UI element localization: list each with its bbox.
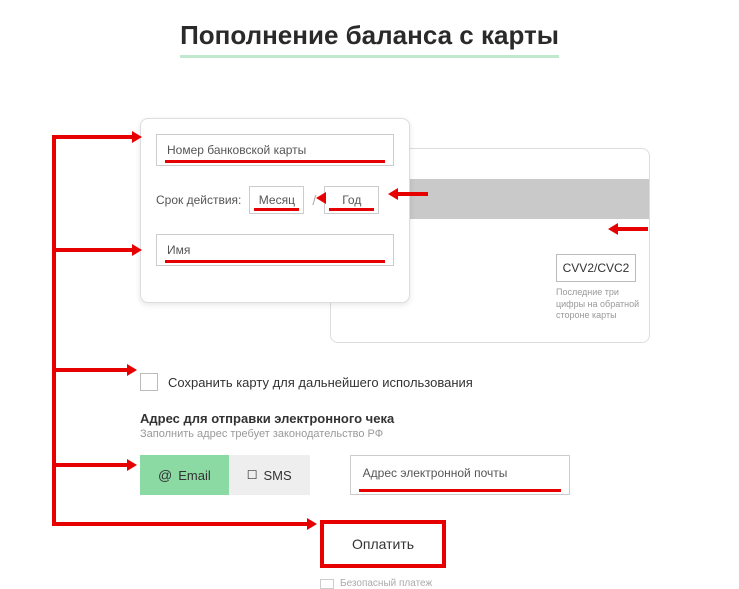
cvv-placeholder: CVV2/CVC2 xyxy=(563,261,630,275)
annotation-underline xyxy=(254,208,299,211)
save-card-row: Сохранить карту для дальнейшего использо… xyxy=(140,373,699,391)
at-icon: @ xyxy=(158,467,172,483)
email-channel-button[interactable]: @ Email xyxy=(140,455,229,495)
receipt-hint: Заполнить адрес требует законодательство… xyxy=(140,428,699,440)
pay-button[interactable]: Оплатить xyxy=(320,520,446,568)
year-placeholder: Год xyxy=(342,193,361,207)
cardholder-name-input[interactable]: Имя xyxy=(156,234,394,266)
card-area: CVV2/CVC2 Последние три цифры на обратно… xyxy=(140,118,699,303)
name-placeholder: Имя xyxy=(167,243,190,257)
month-placeholder: Месяц xyxy=(259,193,295,207)
save-card-checkbox[interactable] xyxy=(140,373,158,391)
save-card-label: Сохранить карту для дальнейшего использо… xyxy=(168,375,473,390)
card-number-input[interactable]: Номер банковской карты xyxy=(156,134,394,166)
lock-icon xyxy=(320,579,334,589)
expiry-row: Срок действия: Месяц / Год xyxy=(156,186,394,214)
secure-row: Безопасный платеж xyxy=(320,578,699,589)
sms-channel-button[interactable]: ☐ SMS xyxy=(229,455,310,495)
page-title: Пополнение баланса с карты xyxy=(180,20,559,58)
expiry-separator: / xyxy=(312,192,316,208)
email-address-input[interactable]: Адрес электронной почты xyxy=(350,455,570,495)
annotation-underline xyxy=(165,160,385,163)
card-number-placeholder: Номер банковской карты xyxy=(167,143,306,157)
annotation-underline xyxy=(329,208,374,211)
sms-label: SMS xyxy=(264,468,292,483)
annotation-underline xyxy=(359,489,561,492)
email-label: Email xyxy=(178,468,211,483)
annotation-underline xyxy=(165,260,385,263)
expiry-year-input[interactable]: Год xyxy=(324,186,379,214)
receipt-section: Адрес для отправки электронного чека Зап… xyxy=(140,411,699,495)
expiry-month-input[interactable]: Месяц xyxy=(249,186,304,214)
sms-icon: ☐ xyxy=(247,468,258,482)
expiry-label: Срок действия: xyxy=(156,193,241,207)
card-front: Номер банковской карты Срок действия: Ме… xyxy=(140,118,410,303)
channel-row: @ Email ☐ SMS Адрес электронной почты xyxy=(140,455,699,495)
secure-label: Безопасный платеж xyxy=(340,578,432,589)
receipt-title: Адрес для отправки электронного чека xyxy=(140,411,699,426)
cvv-hint: Последние три цифры на обратной стороне … xyxy=(556,287,646,322)
cvv-input[interactable]: CVV2/CVC2 xyxy=(556,254,636,282)
email-placeholder: Адрес электронной почты xyxy=(363,466,508,480)
pay-section: Оплатить Безопасный платеж xyxy=(320,520,699,589)
